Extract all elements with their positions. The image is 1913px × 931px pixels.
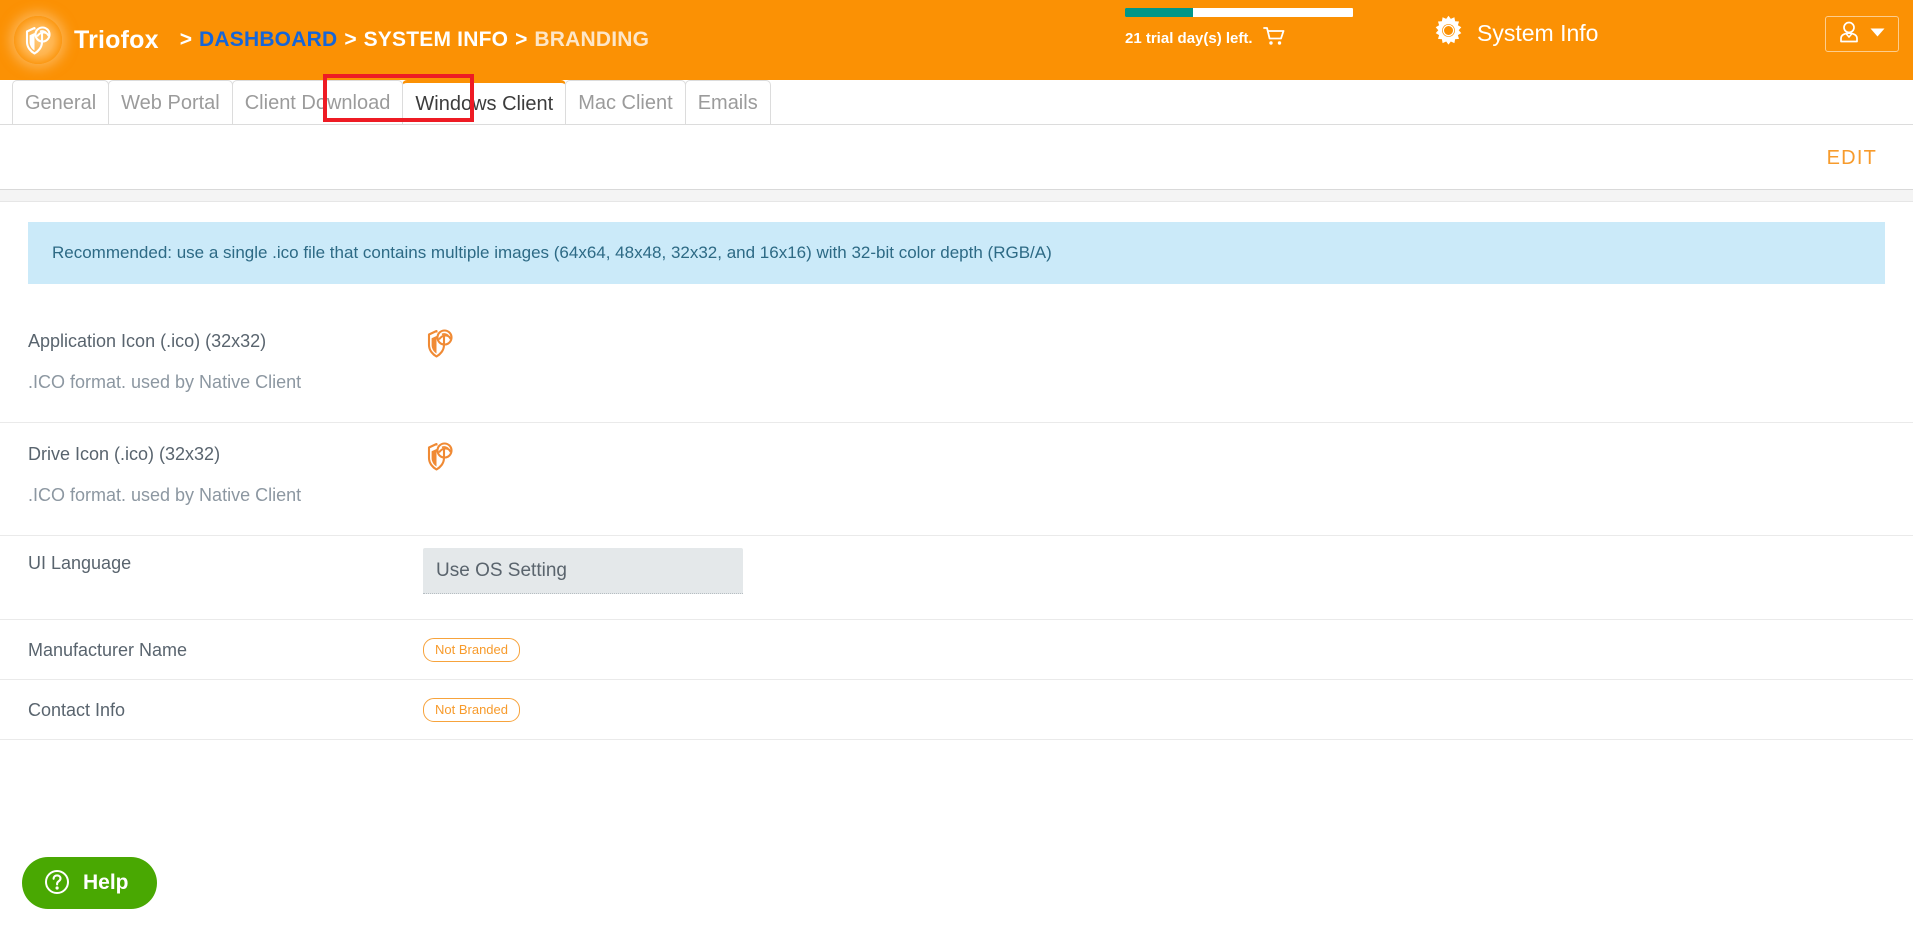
tab-web-portal[interactable]: Web Portal — [108, 80, 233, 124]
row-contact-info: Contact Info Not Branded — [0, 680, 1913, 740]
branding-form: Application Icon (.ico) (32x32) .ICO for… — [0, 310, 1913, 740]
contact-info-status-badge: Not Branded — [423, 697, 520, 722]
row-drive-icon-label: Drive Icon (.ico) (32x32) — [28, 444, 221, 464]
row-ui-language-labels: UI Language — [28, 548, 423, 577]
brand-name: Triofox — [74, 25, 159, 54]
section-divider — [0, 190, 1913, 202]
row-ui-language: UI Language — [0, 536, 1913, 620]
trial-progress-fill — [1125, 8, 1194, 17]
row-drive-icon: Drive Icon (.ico) (32x32) .ICO format. u… — [0, 423, 1913, 536]
breadcrumb-separator-3: > — [515, 28, 528, 51]
row-contact-info-label: Contact Info — [28, 700, 126, 720]
row-ui-language-value — [423, 548, 1885, 594]
trial-progress-track — [1125, 8, 1353, 17]
user-menu-button[interactable] — [1825, 16, 1899, 52]
triofox-shield-globe-icon — [423, 329, 457, 364]
breadcrumb-item-dashboard[interactable]: DASHBOARD — [199, 28, 337, 52]
system-info-nav-item[interactable]: System Info — [1432, 14, 1598, 52]
row-drive-icon-sublabel: .ICO format. used by Native Client — [28, 485, 302, 505]
edit-button[interactable]: EDIT — [1827, 147, 1877, 170]
row-application-icon: Application Icon (.ico) (32x32) .ICO for… — [0, 310, 1913, 423]
row-drive-icon-value — [423, 439, 1885, 478]
tab-client-download[interactable]: Client Download — [231, 80, 404, 124]
tab-mac-client[interactable]: Mac Client — [565, 80, 686, 124]
trial-row: 21 trial day(s) left. — [1125, 26, 1355, 51]
row-application-icon-value — [423, 326, 1885, 365]
trial-days-left-text: 21 trial day(s) left. — [1125, 30, 1253, 47]
branding-tabstrip: General Web Portal Client Download Windo… — [0, 80, 1913, 125]
shopping-cart-icon[interactable] — [1262, 26, 1285, 51]
gear-icon — [1432, 14, 1465, 52]
chevron-down-icon — [1869, 25, 1886, 43]
triofox-shield-globe-logo-icon — [14, 16, 62, 64]
row-manufacturer-name-label: Manufacturer Name — [28, 640, 188, 660]
row-manufacturer-name-value: Not Branded — [423, 637, 1885, 662]
row-ui-language-label: UI Language — [28, 553, 132, 573]
action-row: EDIT — [0, 125, 1913, 190]
breadcrumb: > DASHBOARD > SYSTEM INFO > BRANDING — [173, 28, 649, 52]
tab-windows-client[interactable]: Windows Client — [402, 80, 567, 124]
brand-zone: Triofox > DASHBOARD > SYSTEM INFO > BRAN… — [0, 0, 649, 80]
breadcrumb-separator-1: > — [179, 28, 193, 51]
row-manufacturer-name: Manufacturer Name Not Branded — [0, 620, 1913, 680]
row-application-icon-sublabel: .ICO format. used by Native Client — [28, 372, 302, 392]
row-application-icon-label: Application Icon (.ico) (32x32) — [28, 331, 267, 351]
breadcrumb-item-system-info[interactable]: SYSTEM INFO — [364, 28, 509, 52]
top-header-bar: Triofox > DASHBOARD > SYSTEM INFO > BRAN… — [0, 0, 1913, 80]
help-button-label: Help — [83, 871, 129, 894]
breadcrumb-separator-2: > — [344, 28, 357, 51]
recommendation-banner: Recommended: use a single .ico file that… — [28, 222, 1885, 284]
tab-emails[interactable]: Emails — [684, 80, 771, 124]
manufacturer-name-status-badge: Not Branded — [423, 637, 520, 662]
system-info-label: System Info — [1477, 19, 1599, 46]
row-contact-info-value: Not Branded — [423, 697, 1885, 722]
triofox-shield-globe-icon — [423, 442, 457, 477]
row-application-icon-labels: Application Icon (.ico) (32x32) .ICO for… — [28, 326, 423, 395]
ui-language-input[interactable] — [423, 548, 743, 594]
row-drive-icon-labels: Drive Icon (.ico) (32x32) .ICO format. u… — [28, 439, 423, 508]
row-contact-info-labels: Contact Info — [28, 695, 423, 724]
help-button[interactable]: Help — [22, 857, 157, 909]
trial-status-block: 21 trial day(s) left. — [1125, 8, 1355, 51]
row-manufacturer-name-labels: Manufacturer Name — [28, 635, 423, 664]
tab-general[interactable]: General — [12, 80, 110, 124]
breadcrumb-item-branding: BRANDING — [534, 28, 650, 51]
user-avatar-icon — [1838, 20, 1864, 49]
question-mark-circle-icon — [44, 869, 70, 898]
banner-wrap: Recommended: use a single .ico file that… — [0, 202, 1913, 284]
